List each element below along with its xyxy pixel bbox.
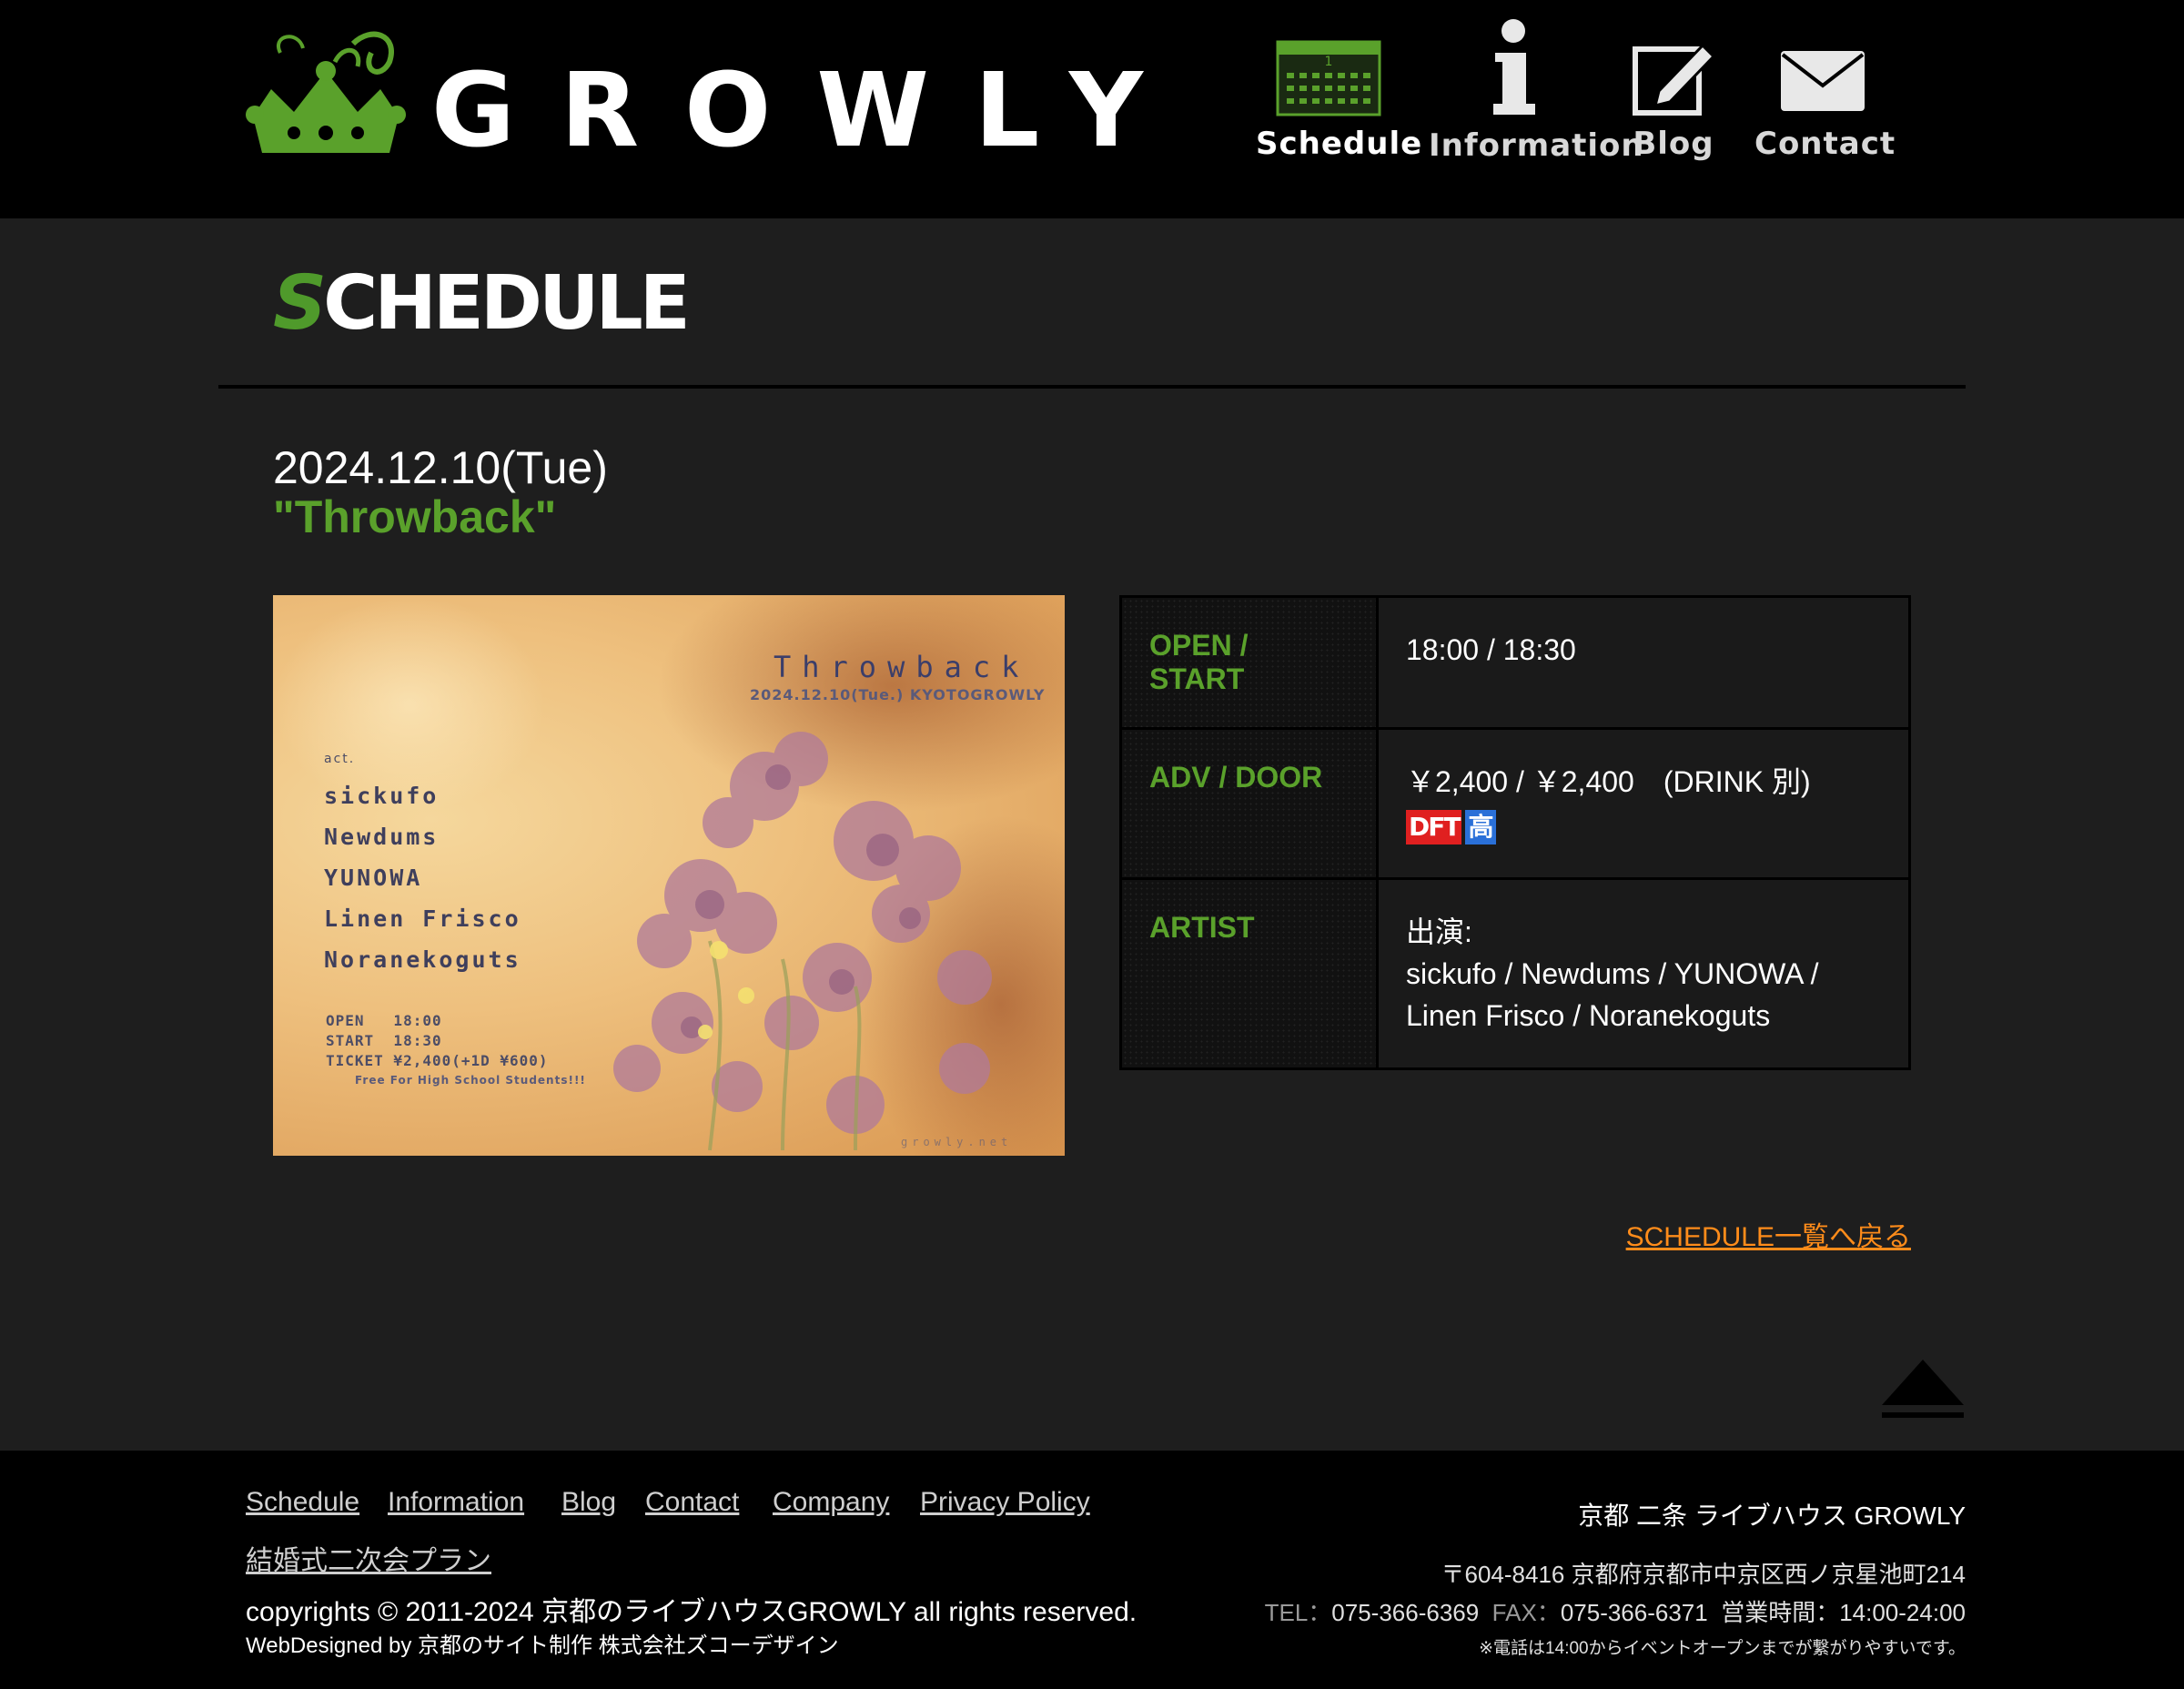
site-footer: Schedule Information Blog Contact Compan… <box>0 1451 2184 1689</box>
table-row: ARTIST 出演: sickufo / Newdums / YUNOWA / … <box>1119 877 1911 1070</box>
footer-link-information[interactable]: Information <box>388 1487 524 1518</box>
footer-link-contact[interactable]: Contact <box>645 1487 739 1518</box>
flyer-artist: sickufo <box>324 783 440 809</box>
business-hours: 14:00-24:00 <box>1839 1599 1966 1626</box>
open-start-label: OPEN / START <box>1119 595 1379 730</box>
nav-schedule-label: Schedule <box>1256 126 1423 162</box>
nav-schedule[interactable]: 1 Schedule <box>1256 38 1423 193</box>
flyer-artist: Newdums <box>324 824 440 850</box>
open-start-value: 18:00 / 18:30 <box>1376 595 1911 730</box>
webdesign-credit: WebDesigned by 京都のサイト制作 株式会社ズコーデザイン <box>246 1633 839 1658</box>
pencil-note-icon <box>1633 43 1715 116</box>
nav-information[interactable]: Information <box>1429 19 1644 193</box>
artist-list-line: Linen Frisco / Noranekoguts <box>1406 999 1771 1032</box>
page-title: SCHEDULE <box>273 267 691 341</box>
nav-information-label: Information <box>1429 127 1644 164</box>
event-date: 2024.12.10(Tue) <box>273 442 608 493</box>
flyer-start: START 18:30 <box>326 1032 442 1049</box>
flyer-artist: Noranekoguts <box>324 946 521 973</box>
artist-label: ARTIST <box>1119 877 1379 1070</box>
dft-badge-icon: DFT <box>1406 810 1462 844</box>
nav-contact-label: Contact <box>1754 126 1896 162</box>
flyer-title: Throwback <box>774 650 1030 684</box>
table-row: ADV / DOOR ￥2,400 / ￥2,400 (DRINK 別) DFT… <box>1119 727 1911 880</box>
footer-link-privacy-policy[interactable]: Privacy Policy <box>920 1487 1090 1518</box>
fax-number: 075-366-6371 <box>1560 1599 1708 1626</box>
site-header: GROWLY 1 Schedule Information Blog Conta… <box>0 0 2184 218</box>
footer-link-wedding-plan[interactable]: 結婚式二次会プラン <box>246 1538 491 1578</box>
artist-list-line: sickufo / Newdums / YUNOWA / <box>1406 957 1819 990</box>
page-title-rest: CHEDULE <box>323 260 691 347</box>
site-logo[interactable]: GROWLY <box>244 25 1143 162</box>
contact-info: TEL：075-366-6369 FAX：075-366-6371 営業時間：1… <box>1147 1594 1966 1628</box>
address: 〒604-8416 京都府京都市中京区西ノ京星池町214 <box>1441 1561 1966 1588</box>
flyer-artist: Linen Frisco <box>324 905 521 932</box>
nav-contact[interactable]: Contact <box>1754 38 1896 193</box>
table-row: OPEN / START 18:00 / 18:30 <box>1119 595 1911 730</box>
footer-link-company[interactable]: Company <box>773 1487 889 1518</box>
phone-note: ※電話は14:00からイベントオープンまでが繋がりやすいです。 <box>1479 1639 1966 1658</box>
event-info-table: OPEN / START 18:00 / 18:30 ADV / DOOR ￥2… <box>1119 595 1911 1070</box>
logo-wordmark: GROWLY <box>431 52 1188 170</box>
company-name: 京都 二条 ライブハウス GROWLY <box>1578 1502 1966 1530</box>
adv-door-label: ADV / DOOR <box>1119 727 1379 880</box>
high-school-badge-icon: 高 <box>1465 810 1497 844</box>
flyer-ticket: TICKET ¥2,400(+1D ¥600) <box>326 1052 549 1069</box>
event-title: "Throwback" <box>273 491 557 542</box>
flyer-artist: YUNOWA <box>324 865 423 891</box>
back-to-schedule-link[interactable]: SCHEDULE一覧へ戻る <box>1547 1214 1911 1254</box>
heading-divider <box>218 385 1966 389</box>
envelope-icon <box>1781 51 1865 111</box>
flyer-subtitle: 2024.12.10(Tue.) KYOTOGROWLY <box>750 686 1046 703</box>
fax-label: FAX： <box>1491 1599 1561 1626</box>
tel-label: TEL： <box>1264 1599 1332 1626</box>
crown-logo-icon <box>246 31 406 153</box>
hours-label: 営業時間： <box>1721 1599 1840 1626</box>
page-top-button[interactable] <box>1880 1358 1966 1423</box>
footer-link-blog[interactable]: Blog <box>561 1487 616 1518</box>
triangle-up-icon <box>1882 1360 1964 1418</box>
flyer-footer: growly.net <box>901 1136 1013 1148</box>
calendar-icon: 1 <box>1276 40 1381 116</box>
adv-door-cell: ￥2,400 / ￥2,400 (DRINK 別) DFT 高 <box>1376 727 1911 880</box>
flyer-note: Free For High School Students!!! <box>355 1074 586 1087</box>
calendar-day-number: 1 <box>1325 55 1333 69</box>
page-title-first-letter: S <box>273 260 327 347</box>
artist-cell: 出演: sickufo / Newdums / YUNOWA / Linen F… <box>1376 877 1911 1070</box>
copyright-text: copyrights © 2011-2024 京都のライブハウスGROWLY a… <box>246 1597 1138 1627</box>
nav-blog-label: Blog <box>1633 126 1714 162</box>
info-icon <box>1493 19 1535 115</box>
flyer-open: OPEN 18:00 <box>326 1012 442 1029</box>
flyer-act-label: act. <box>324 752 356 766</box>
adv-door-value: ￥2,400 / ￥2,400 (DRINK 別) <box>1406 765 1811 798</box>
nav-blog[interactable]: Blog <box>1620 38 1727 193</box>
tel-number: 075-366-6369 <box>1331 1599 1480 1626</box>
footer-link-schedule[interactable]: Schedule <box>246 1487 359 1518</box>
artist-prefix: 出演: <box>1406 915 1472 948</box>
event-flyer-image: Throwback 2024.12.10(Tue.) KYOTOGROWLY a… <box>273 595 1065 1156</box>
